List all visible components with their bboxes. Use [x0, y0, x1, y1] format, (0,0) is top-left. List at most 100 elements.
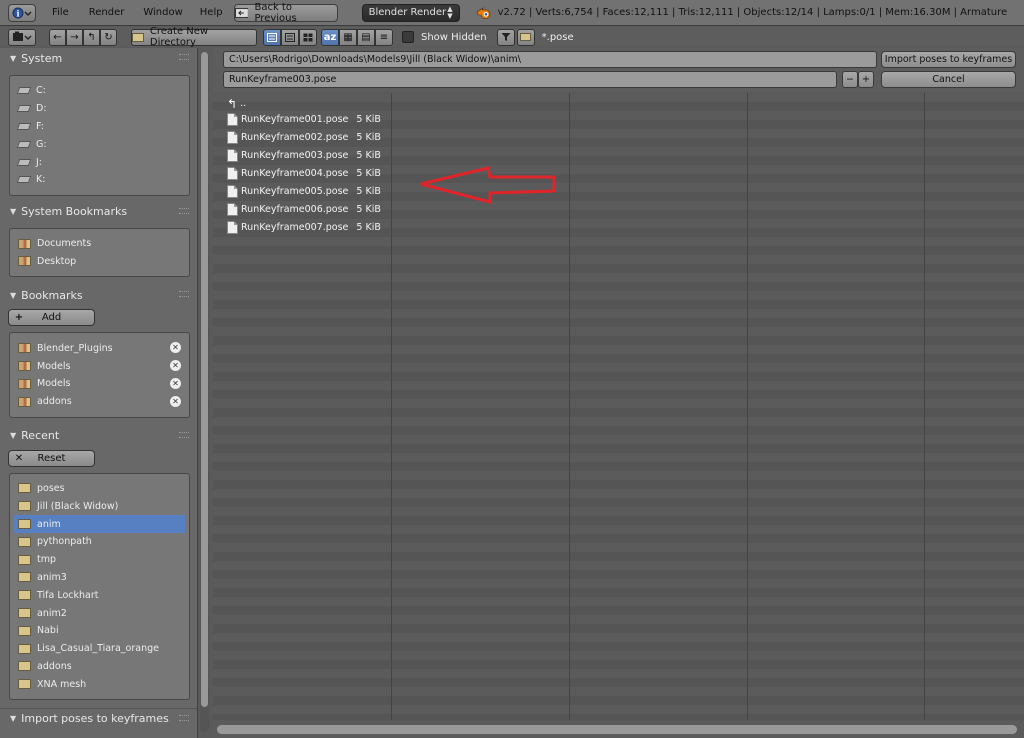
panel-bookmarks-header[interactable]: ▼ Bookmarks	[0, 285, 197, 305]
arrow-right-icon[interactable]: →	[66, 28, 83, 46]
folder-icon	[18, 519, 31, 530]
list-item[interactable]: Blender_Plugins ✕	[14, 339, 185, 357]
cancel-button[interactable]: Cancel	[881, 71, 1016, 88]
sort-extension-icon[interactable]: ▦	[339, 28, 357, 46]
filename-field[interactable]: RunKeyframe003.pose	[223, 71, 837, 88]
render-engine-select[interactable]: Blender Render ▲ ▼	[361, 3, 460, 22]
file-list-scrollbar[interactable]	[213, 722, 1024, 738]
refresh-icon[interactable]: ↻	[100, 28, 117, 46]
file-name: RunKeyframe004.pose	[241, 168, 349, 179]
arrow-left-icon[interactable]: ←	[49, 28, 66, 46]
editor-type-icon[interactable]	[8, 28, 36, 46]
panel-grip-icon[interactable]	[179, 54, 189, 60]
menu-window[interactable]: Window	[143, 7, 182, 18]
list-item[interactable]: poses	[14, 480, 185, 498]
file-list-area: ↰ .. RunKeyframe001.pose 5 KiB RunKeyfram…	[213, 93, 1024, 720]
drive-label: K:	[36, 174, 46, 186]
list-item[interactable]: XNA mesh	[14, 675, 185, 693]
reset-recent-button[interactable]: ✕ Reset	[8, 449, 95, 467]
list-item[interactable]: addons	[14, 658, 185, 676]
display-long-list-icon[interactable]	[281, 28, 299, 46]
drive-item[interactable]: G:	[14, 135, 185, 153]
list-item[interactable]: Documents	[14, 235, 185, 253]
list-item[interactable]: Lisa_Casual_Tiara_orange	[14, 640, 185, 658]
increment-filename-button[interactable]: +	[858, 71, 874, 88]
file-row[interactable]: RunKeyframe006.pose 5 KiB	[227, 201, 381, 218]
panel-grip-icon[interactable]	[179, 431, 189, 438]
drive-label: F:	[36, 120, 44, 132]
file-row[interactable]: RunKeyframe002.pose 5 KiB	[227, 129, 381, 146]
parent-directory-row[interactable]: ↰ ..	[227, 95, 246, 112]
remove-bookmark-icon[interactable]: ✕	[170, 395, 181, 407]
list-item[interactable]: addons ✕	[14, 393, 185, 411]
drive-label: J:	[36, 156, 43, 168]
file-row[interactable]: RunKeyframe004.pose 5 KiB	[227, 165, 381, 182]
remove-bookmark-icon[interactable]: ✕	[170, 360, 181, 372]
column-divider	[747, 93, 748, 720]
menu-render[interactable]: Render	[89, 7, 125, 18]
sort-size-icon[interactable]: ≡	[375, 28, 393, 46]
drive-item[interactable]: F:	[14, 118, 185, 136]
list-item[interactable]: Nabi	[14, 622, 185, 640]
create-new-directory-button[interactable]: Create New Directory	[131, 26, 257, 48]
file-list-scrollbar-thumb[interactable]	[217, 725, 1017, 734]
directory-path-field[interactable]: C:\Users\Rodrigo\Downloads\Models9\Jill …	[223, 51, 877, 68]
add-bookmark-button[interactable]: + Add	[8, 309, 95, 327]
menu-help[interactable]: Help	[200, 7, 223, 18]
back-to-previous-button[interactable]: Back to Previous	[233, 2, 338, 24]
list-item[interactable]: pythonpath	[14, 533, 185, 551]
panel-grip-icon[interactable]	[179, 715, 189, 722]
menu-file[interactable]: File	[52, 7, 69, 18]
panel-grip-icon[interactable]	[179, 207, 189, 214]
file-row[interactable]: RunKeyframe007.pose 5 KiB	[227, 219, 381, 236]
file-row[interactable]: RunKeyframe003.pose 5 KiB	[227, 147, 381, 164]
decrement-filename-button[interactable]: −	[842, 71, 858, 88]
column-divider	[924, 93, 925, 720]
panel-system-bookmarks-header[interactable]: ▼ System Bookmarks	[0, 202, 197, 222]
info-icon[interactable]: i	[8, 3, 36, 22]
remove-bookmark-icon[interactable]: ✕	[170, 342, 181, 354]
list-item[interactable]: Models ✕	[14, 375, 185, 393]
drive-item[interactable]: C:	[14, 82, 185, 100]
list-item[interactable]: Models ✕	[14, 357, 185, 375]
recent-label: Lisa_Casual_Tiara_orange	[37, 643, 159, 655]
folder-icon	[18, 643, 31, 654]
list-item[interactable]: Tifa Lockhart	[14, 586, 185, 604]
sort-alphabetical-icon[interactable]: az	[321, 28, 339, 46]
column-divider	[391, 93, 392, 720]
sort-time-icon[interactable]: ▤	[357, 28, 375, 46]
list-item[interactable]: tmp	[14, 551, 185, 569]
list-item-selected[interactable]: anim	[14, 515, 185, 533]
list-item[interactable]: anim2	[14, 604, 185, 622]
panel-grip-icon[interactable]	[179, 291, 189, 298]
file-row[interactable]: RunKeyframe001.pose 5 KiB	[227, 111, 381, 128]
collapse-triangle-icon: ▼	[10, 207, 17, 217]
list-item[interactable]: Jill (Black Widow)	[14, 497, 185, 515]
file-row[interactable]: RunKeyframe005.pose 5 KiB	[227, 183, 381, 200]
parent-directory-icon[interactable]: ↰	[83, 28, 100, 46]
drive-item[interactable]: J:	[14, 153, 185, 171]
sidebar-scrollbar[interactable]	[200, 52, 209, 732]
display-thumbnails-icon[interactable]	[299, 28, 317, 46]
sidebar-scrollbar-thumb[interactable]	[201, 52, 208, 707]
drive-item[interactable]: D:	[14, 100, 185, 118]
recent-label: anim2	[37, 607, 67, 619]
filter-funnel-icon[interactable]	[496, 28, 515, 46]
show-hidden-checkbox[interactable]	[402, 31, 414, 43]
filter-folder-icon[interactable]	[516, 28, 535, 46]
import-poses-button[interactable]: Import poses to keyframes	[881, 51, 1016, 68]
panel-system-header[interactable]: ▼ System	[0, 48, 197, 68]
display-short-list-icon[interactable]	[263, 28, 281, 46]
list-item[interactable]: Desktop	[14, 253, 185, 271]
list-item[interactable]: anim3	[14, 569, 185, 587]
folder-icon	[18, 608, 31, 619]
import-poses-label: Import poses to keyframes	[884, 54, 1013, 65]
drive-item[interactable]: K:	[14, 171, 185, 189]
panel-operator-header[interactable]: ▼ Import poses to keyframes	[0, 708, 197, 728]
file-size: 5 KiB	[356, 186, 381, 197]
file-icon	[227, 185, 238, 198]
panel-recent-header[interactable]: ▼ Recent	[0, 426, 197, 446]
bookmark-label: Models	[37, 360, 71, 372]
remove-bookmark-icon[interactable]: ✕	[170, 377, 181, 389]
directory-path-text: C:\Users\Rodrigo\Downloads\Models9\Jill …	[229, 54, 521, 65]
